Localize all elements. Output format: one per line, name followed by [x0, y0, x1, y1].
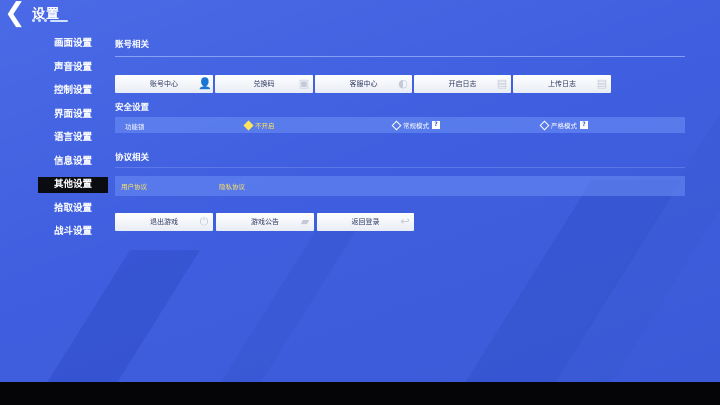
privacy-agreement-link[interactable]: 隐私协议	[219, 181, 245, 191]
function-lock-row: 功能锁 不开启 常规模式 ? 严格模式 ?	[115, 117, 685, 133]
background-stripe	[203, 230, 357, 382]
account-center-button[interactable]: 账号中心 👤	[115, 75, 213, 93]
button-label: 账号中心	[150, 80, 178, 88]
section-title-security: 安全设置	[115, 103, 150, 113]
sidebar-item-display[interactable]: 画面设置	[38, 36, 108, 52]
function-lock-label: 功能锁	[125, 123, 145, 131]
power-icon: ⏻	[199, 215, 209, 228]
section-title-account: 账号相关	[115, 40, 150, 50]
exit-game-button[interactable]: 退出游戏 ⏻	[115, 213, 213, 231]
radio-selected-icon	[243, 120, 254, 130]
upload-log-button[interactable]: 上传日志 ▤	[513, 75, 611, 93]
button-label: 上传日志	[548, 80, 576, 88]
option-label: 严格模式	[551, 122, 577, 130]
bottom-bar	[0, 382, 720, 405]
background-stripe	[30, 250, 200, 382]
customer-service-button[interactable]: 客服中心 ◐	[315, 75, 412, 93]
option-label: 常规模式	[403, 122, 429, 130]
user-icon: 👤	[198, 77, 212, 90]
radio-icon	[539, 120, 550, 130]
sidebar-item-controls[interactable]: 控制设置	[38, 83, 108, 99]
ticket-icon: ▣	[298, 77, 310, 90]
radio-icon	[391, 120, 402, 130]
headset-icon: ◐	[398, 77, 408, 90]
button-label: 退出游戏	[150, 218, 178, 226]
user-agreement-link[interactable]: 用户协议	[121, 181, 147, 191]
sidebar-item-pickup[interactable]: 拾取设置	[38, 201, 108, 217]
document-icon: ▤	[596, 77, 608, 90]
enable-log-button[interactable]: 开启日志 ▤	[414, 75, 511, 93]
back-arrow-icon[interactable]: ❮	[4, 0, 28, 26]
title-decoration	[32, 19, 68, 22]
sidebar-item-other[interactable]: 其他设置	[38, 177, 108, 193]
button-label: 兑换码	[253, 80, 275, 88]
game-announcement-button[interactable]: 游戏公告 ▰	[216, 213, 314, 231]
button-label: 返回登录	[351, 218, 380, 226]
megaphone-icon: ▰	[300, 215, 310, 228]
redeem-code-button[interactable]: 兑换码 ▣	[215, 75, 313, 93]
section-divider	[115, 56, 685, 57]
button-label: 游戏公告	[251, 218, 279, 226]
option-normal-mode[interactable]: 常规模式 ?	[391, 120, 440, 130]
help-icon[interactable]: ?	[432, 121, 440, 129]
document-icon: ▤	[496, 77, 508, 90]
button-label: 开启日志	[448, 80, 477, 88]
header: ❮ 设置	[0, 0, 140, 28]
sidebar-item-info[interactable]: 信息设置	[38, 154, 108, 170]
sidebar-item-interface[interactable]: 界面设置	[38, 107, 108, 123]
section-title-agreement: 协议相关	[115, 153, 150, 163]
section-divider	[115, 167, 685, 168]
sidebar-item-sound[interactable]: 声音设置	[38, 60, 108, 76]
button-label: 客服中心	[349, 80, 378, 88]
return-icon: ↩	[400, 215, 410, 228]
agreement-row: 用户协议 隐私协议	[115, 176, 685, 196]
sidebar-item-combat[interactable]: 战斗设置	[38, 224, 108, 240]
option-off[interactable]: 不开启	[243, 120, 275, 130]
sidebar-item-language[interactable]: 语言设置	[38, 130, 108, 146]
game-screen: ❮ 设置 画面设置 声音设置 控制设置 界面设置 语言设置 信息设置 其他设置 …	[0, 0, 720, 382]
sidebar: 画面设置 声音设置 控制设置 界面设置 语言设置 信息设置 其他设置 拾取设置 …	[38, 36, 108, 248]
help-icon[interactable]: ?	[580, 121, 588, 129]
option-strict-mode[interactable]: 严格模式 ?	[539, 120, 588, 130]
option-label: 不开启	[255, 122, 275, 130]
return-login-button[interactable]: 返回登录 ↩	[317, 213, 414, 231]
